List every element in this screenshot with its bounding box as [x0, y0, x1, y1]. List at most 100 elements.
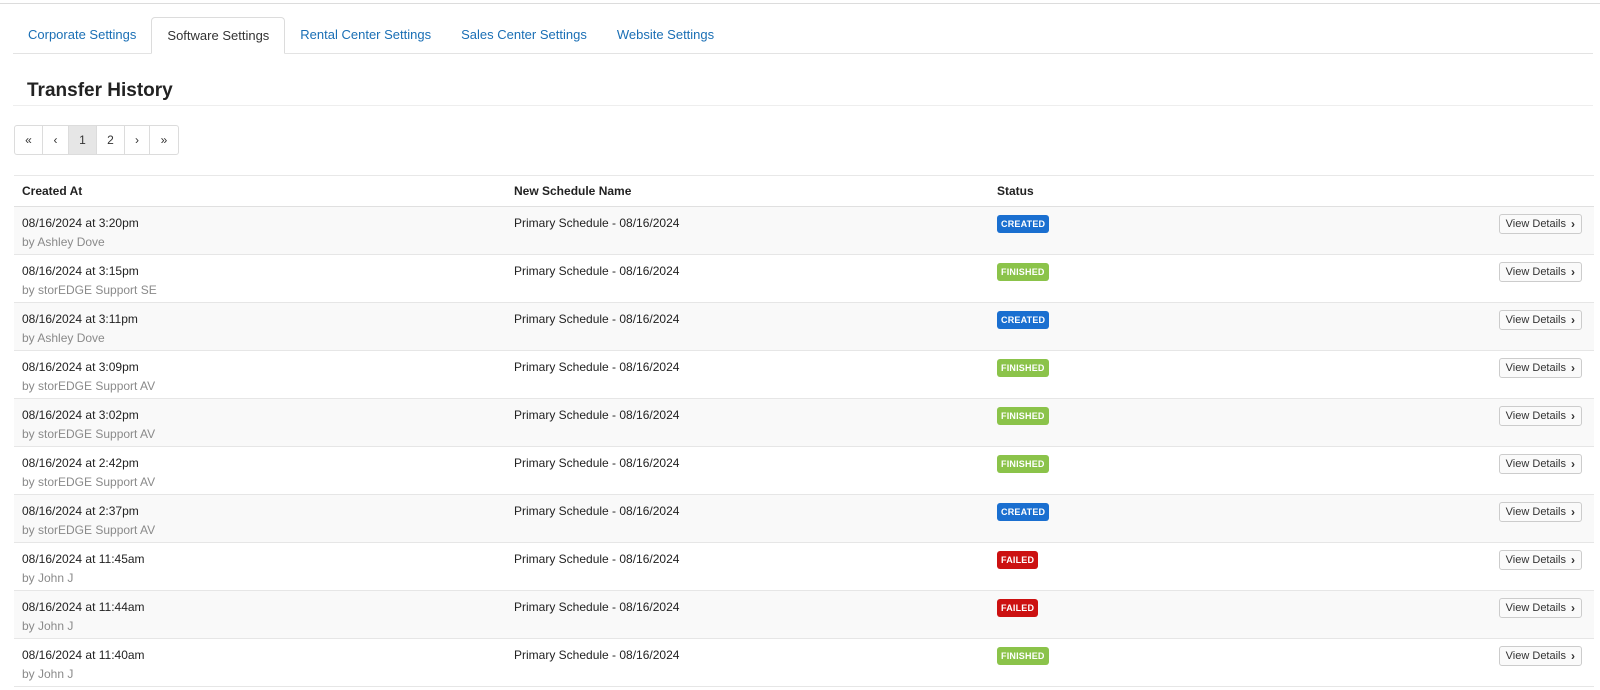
actions-cell: View Details ›: [1472, 542, 1594, 591]
chevron-right-icon: ›: [1571, 505, 1575, 519]
table-row: 08/16/2024 at 11:44am by John J Primary Sc…: [14, 590, 1594, 639]
view-details-button[interactable]: View Details ›: [1498, 454, 1582, 474]
schedule-name: Primary Schedule - 08/16/2024: [514, 600, 680, 614]
schedule-name-cell: Primary Schedule - 08/16/2024: [506, 494, 989, 543]
tab-software-settings[interactable]: Software Settings: [151, 17, 286, 54]
status-cell: FINISHED: [989, 446, 1472, 495]
view-details-button[interactable]: View Details ›: [1498, 358, 1582, 378]
status-cell: FAILED: [989, 542, 1472, 591]
section-title: Transfer History: [27, 80, 173, 101]
schedule-name-cell: Primary Schedule - 08/16/2024: [506, 638, 989, 687]
view-details-button[interactable]: View Details ›: [1498, 502, 1582, 522]
created-by: by storEDGE Support AV: [22, 379, 156, 393]
view-details-button[interactable]: View Details ›: [1498, 646, 1582, 666]
created-date: 08/16/2024 at 3:15pm: [22, 264, 139, 278]
pagination-first-button[interactable]: «: [15, 126, 43, 154]
chevron-right-icon: ›: [1571, 361, 1575, 375]
status-badge: FAILED: [997, 599, 1039, 617]
table-row: 08/16/2024 at 2:37pm by storEDGE Support …: [14, 494, 1594, 543]
transfer-history-table: Created At New Schedule Name Status 08/1…: [14, 175, 1594, 687]
view-details-label: View Details: [1505, 410, 1566, 422]
created-date: 08/16/2024 at 11:40am: [22, 648, 145, 662]
view-details-button[interactable]: View Details ›: [1498, 262, 1582, 282]
header-schedule-name: New Schedule Name: [506, 176, 989, 207]
schedule-name-cell: Primary Schedule - 08/16/2024: [506, 302, 989, 351]
created-date: 08/16/2024 at 2:42pm: [22, 456, 139, 470]
table-row: 08/16/2024 at 3:09pm by storEDGE Support …: [14, 350, 1594, 399]
created-date: 08/16/2024 at 3:20pm: [22, 216, 139, 230]
schedule-name-cell: Primary Schedule - 08/16/2024: [506, 254, 989, 303]
schedule-name: Primary Schedule - 08/16/2024: [514, 216, 680, 230]
chevron-right-icon: ›: [1571, 265, 1575, 279]
table-row: 08/16/2024 at 3:02pm by storEDGE Support …: [14, 398, 1594, 447]
chevron-right-icon: ›: [1571, 313, 1575, 327]
table-body: 08/16/2024 at 3:20pm by Ashley Dove Primar…: [14, 206, 1594, 687]
tab-rental-center-settings[interactable]: Rental Center Settings: [285, 17, 446, 52]
created-at-cell: 08/16/2024 at 3:11pm by Ashley Dove: [14, 302, 506, 351]
table-header-row: Created At New Schedule Name Status: [14, 176, 1594, 207]
view-details-button[interactable]: View Details ›: [1498, 550, 1582, 570]
created-date: 08/16/2024 at 11:44am: [22, 600, 145, 614]
actions-cell: View Details ›: [1472, 302, 1594, 351]
status-badge: FINISHED: [997, 647, 1049, 665]
status-badge: FINISHED: [997, 263, 1049, 281]
status-cell: FINISHED: [989, 350, 1472, 399]
actions-cell: View Details ›: [1472, 398, 1594, 447]
chevron-right-icon: ›: [1571, 409, 1575, 423]
created-by: by John J: [22, 619, 74, 633]
tab-website-settings[interactable]: Website Settings: [602, 17, 729, 52]
status-cell: FINISHED: [989, 638, 1472, 687]
chevron-right-icon: ›: [1571, 553, 1575, 567]
status-cell: FAILED: [989, 590, 1472, 639]
schedule-name: Primary Schedule - 08/16/2024: [514, 504, 680, 518]
view-details-button[interactable]: View Details ›: [1498, 598, 1582, 618]
status-cell: FINISHED: [989, 398, 1472, 447]
actions-cell: View Details ›: [1472, 494, 1594, 543]
created-date: 08/16/2024 at 11:45am: [22, 552, 145, 566]
schedule-name: Primary Schedule - 08/16/2024: [514, 552, 680, 566]
status-badge: FINISHED: [997, 455, 1049, 473]
tab-sales-center-settings[interactable]: Sales Center Settings: [446, 17, 602, 52]
table-row: 08/16/2024 at 3:11pm by Ashley Dove Primar…: [14, 302, 1594, 351]
title-divider: [13, 105, 1593, 106]
schedule-name: Primary Schedule - 08/16/2024: [514, 360, 680, 374]
pagination-page-1[interactable]: 1: [69, 126, 97, 154]
schedule-name-cell: Primary Schedule - 08/16/2024: [506, 206, 989, 255]
table-row: 08/16/2024 at 11:45am by John J Primary Sc…: [14, 542, 1594, 591]
status-cell: CREATED: [989, 494, 1472, 543]
schedule-name-cell: Primary Schedule - 08/16/2024: [506, 398, 989, 447]
pagination-next-button[interactable]: ›: [125, 126, 150, 154]
created-date: 08/16/2024 at 3:11pm: [22, 312, 138, 326]
created-by: by storEDGE Support SE: [22, 283, 157, 297]
view-details-label: View Details: [1505, 554, 1566, 566]
view-details-button[interactable]: View Details ›: [1498, 406, 1582, 426]
view-details-button[interactable]: View Details ›: [1498, 310, 1582, 330]
pagination: « ‹ 1 2 › »: [14, 125, 179, 155]
created-at-cell: 08/16/2024 at 11:44am by John J: [14, 590, 506, 639]
status-badge: CREATED: [997, 503, 1050, 521]
chevron-right-icon: ›: [1571, 217, 1575, 231]
actions-cell: View Details ›: [1472, 254, 1594, 303]
view-details-label: View Details: [1505, 218, 1566, 230]
top-divider: [0, 3, 1600, 4]
view-details-button[interactable]: View Details ›: [1498, 214, 1582, 234]
chevron-right-icon: ›: [1571, 601, 1575, 615]
actions-cell: View Details ›: [1472, 350, 1594, 399]
pagination-last-button[interactable]: »: [150, 126, 178, 154]
pagination-prev-button[interactable]: ‹: [43, 126, 69, 154]
schedule-name-cell: Primary Schedule - 08/16/2024: [506, 542, 989, 591]
created-at-cell: 08/16/2024 at 11:45am by John J: [14, 542, 506, 591]
status-badge: FAILED: [997, 551, 1039, 569]
tab-corporate-settings[interactable]: Corporate Settings: [13, 17, 151, 52]
status-cell: FINISHED: [989, 254, 1472, 303]
pagination-page-2[interactable]: 2: [97, 126, 125, 154]
schedule-name: Primary Schedule - 08/16/2024: [514, 312, 680, 326]
created-at-cell: 08/16/2024 at 2:37pm by storEDGE Support …: [14, 494, 506, 543]
table-row: 08/16/2024 at 3:15pm by storEDGE Support …: [14, 254, 1594, 303]
actions-cell: View Details ›: [1472, 206, 1594, 255]
created-by: by storEDGE Support AV: [22, 523, 156, 537]
table-row: 08/16/2024 at 3:20pm by Ashley Dove Primar…: [14, 206, 1594, 255]
header-status: Status: [989, 176, 1472, 207]
created-by: by Ashley Dove: [22, 331, 105, 345]
created-at-cell: 08/16/2024 at 11:40am by John J: [14, 638, 506, 687]
